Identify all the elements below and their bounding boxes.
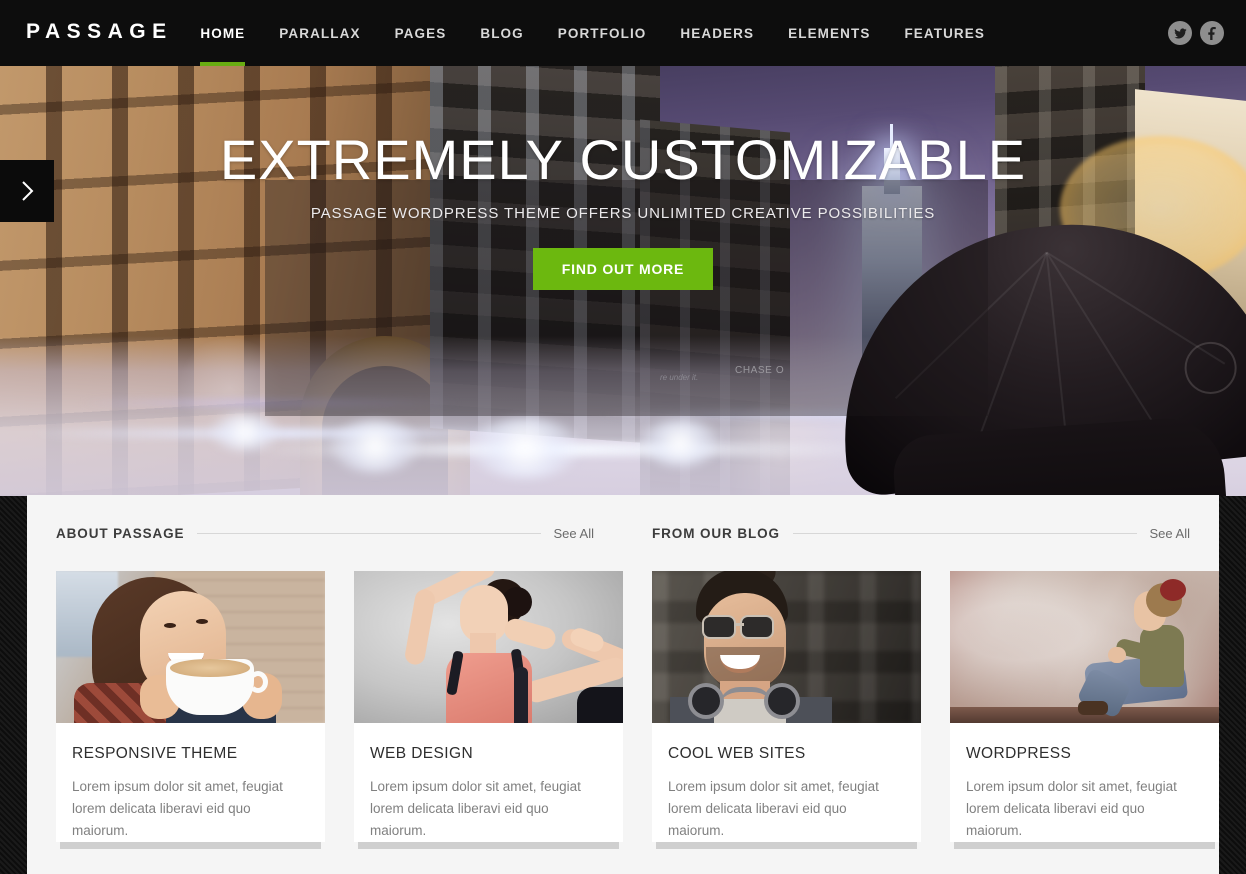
sunglasses-bridge (736, 623, 744, 626)
card-text: Lorem ipsum dolor sit amet, feugiat lore… (668, 779, 879, 838)
page-root: PASSAGE HOME PARALLAX PAGES BLOG PORTFOL… (0, 0, 1246, 874)
headlight (470, 418, 580, 478)
hero-title: EXTREMELY CUSTOMIZABLE (219, 128, 1027, 191)
hero-subtitle: PASSAGE WORDPRESS THEME OFFERS UNLIMITED… (310, 205, 936, 222)
card-shadow (954, 842, 1215, 849)
eye (164, 623, 176, 628)
nav-item-headers[interactable]: HEADERS (663, 0, 771, 66)
hero-slider: re under it. CHASE O EXTREMELY CUSTOMIZA… (0, 66, 1246, 496)
forearm (403, 587, 437, 667)
chevron-right-icon (21, 181, 33, 201)
card-text: Lorem ipsum dolor sit amet, feugiat lore… (370, 779, 581, 838)
section-title: ABOUT PASSAGE (56, 525, 185, 541)
nav-item-blog[interactable]: BLOG (463, 0, 540, 66)
card-image-cool-web-sites[interactable] (652, 571, 921, 723)
card-responsive-theme[interactable]: RESPONSIVE THEME Lorem ipsum dolor sit a… (56, 571, 325, 849)
photo-man-with-headphones (652, 571, 921, 723)
main-navigation: HOME PARALLAX PAGES BLOG PORTFOLIO HEADE… (183, 0, 1002, 66)
head-scarf (1160, 579, 1186, 601)
photo-dancer-stretching (354, 571, 623, 723)
hand (501, 616, 559, 652)
sections-row: ABOUT PASSAGE See All RESPONSIVE THEME L… (27, 495, 1219, 849)
nav-item-features[interactable]: FEATURES (887, 0, 1002, 66)
card-shadow (656, 842, 917, 849)
card-body: RESPONSIVE THEME Lorem ipsum dolor sit a… (56, 723, 325, 842)
sunglasses-lens (702, 615, 736, 639)
see-all-link-about[interactable]: See All (554, 526, 594, 541)
corner-shadow (577, 687, 623, 723)
card-title: WEB DESIGN (370, 745, 474, 762)
umbrella-logo (1182, 339, 1240, 397)
nav-item-pages[interactable]: PAGES (378, 0, 464, 66)
leotard-side-panel (514, 667, 528, 723)
card-wordpress[interactable]: WORDPRESS Lorem ipsum dolor sit amet, fe… (950, 571, 1219, 849)
see-all-link-blog[interactable]: See All (1150, 526, 1190, 541)
photo-woman-drinking-coffee (56, 571, 325, 723)
coffee-foam (170, 659, 250, 677)
photo-woman-sitting-against-wall (950, 571, 1219, 723)
section-about-passage: ABOUT PASSAGE See All RESPONSIVE THEME L… (27, 495, 623, 849)
section-header: FROM OUR BLOG See All (652, 495, 1190, 571)
shoe (1078, 701, 1108, 715)
section-divider (197, 532, 541, 534)
eye (196, 619, 208, 624)
card-grid: COOL WEB SITES Lorem ipsum dolor sit ame… (652, 571, 1219, 849)
card-image-wordpress[interactable] (950, 571, 1219, 723)
card-grid: RESPONSIVE THEME Lorem ipsum dolor sit a… (56, 571, 623, 849)
card-shadow (358, 842, 619, 849)
section-title: FROM OUR BLOG (652, 525, 780, 541)
card-title: RESPONSIVE THEME (72, 745, 238, 762)
card-text: Lorem ipsum dolor sit amet, feugiat lore… (72, 779, 283, 838)
card-cool-web-sites[interactable]: COOL WEB SITES Lorem ipsum dolor sit ame… (652, 571, 921, 849)
headlight (210, 414, 280, 450)
card-image-responsive-theme[interactable] (56, 571, 325, 723)
hero-content: EXTREMELY CUSTOMIZABLE PASSAGE WORDPRESS… (0, 132, 1246, 290)
light-trail (30, 429, 550, 438)
card-title: WORDPRESS (966, 745, 1072, 762)
sunglasses-lens (740, 615, 774, 639)
content-panel: ABOUT PASSAGE See All RESPONSIVE THEME L… (27, 495, 1219, 874)
social-links (1168, 21, 1224, 45)
facebook-icon[interactable] (1200, 21, 1224, 45)
nav-item-elements[interactable]: ELEMENTS (771, 0, 887, 66)
card-text: Lorem ipsum dolor sit amet, feugiat lore… (966, 779, 1177, 838)
nav-item-portfolio[interactable]: PORTFOLIO (541, 0, 664, 66)
card-body: COOL WEB SITES Lorem ipsum dolor sit ame… (652, 723, 921, 842)
site-header: PASSAGE HOME PARALLAX PAGES BLOG PORTFOL… (0, 0, 1246, 66)
site-logo[interactable]: PASSAGE (26, 20, 173, 44)
find-out-more-button[interactable]: FIND OUT MORE (532, 248, 714, 290)
card-body: WEB DESIGN Lorem ipsum dolor sit amet, f… (354, 723, 623, 842)
nav-item-parallax[interactable]: PARALLAX (262, 0, 377, 66)
card-title: COOL WEB SITES (668, 745, 806, 762)
headphone-cup (764, 683, 800, 719)
card-image-web-design[interactable] (354, 571, 623, 723)
section-header: ABOUT PASSAGE See All (56, 495, 594, 571)
card-web-design[interactable]: WEB DESIGN Lorem ipsum dolor sit amet, f… (354, 571, 623, 849)
headphone-cup (688, 683, 724, 719)
nav-item-home[interactable]: HOME (183, 0, 262, 66)
section-divider (792, 532, 1137, 534)
twitter-icon[interactable] (1168, 21, 1192, 45)
slider-next-button[interactable] (0, 160, 54, 222)
headlight (640, 420, 720, 466)
headlight (330, 420, 420, 472)
card-shadow (60, 842, 321, 849)
section-from-our-blog: FROM OUR BLOG See All COOL WEB SITES Lor… (623, 495, 1219, 849)
hand (1108, 647, 1126, 663)
card-body: WORDPRESS Lorem ipsum dolor sit amet, fe… (950, 723, 1219, 842)
